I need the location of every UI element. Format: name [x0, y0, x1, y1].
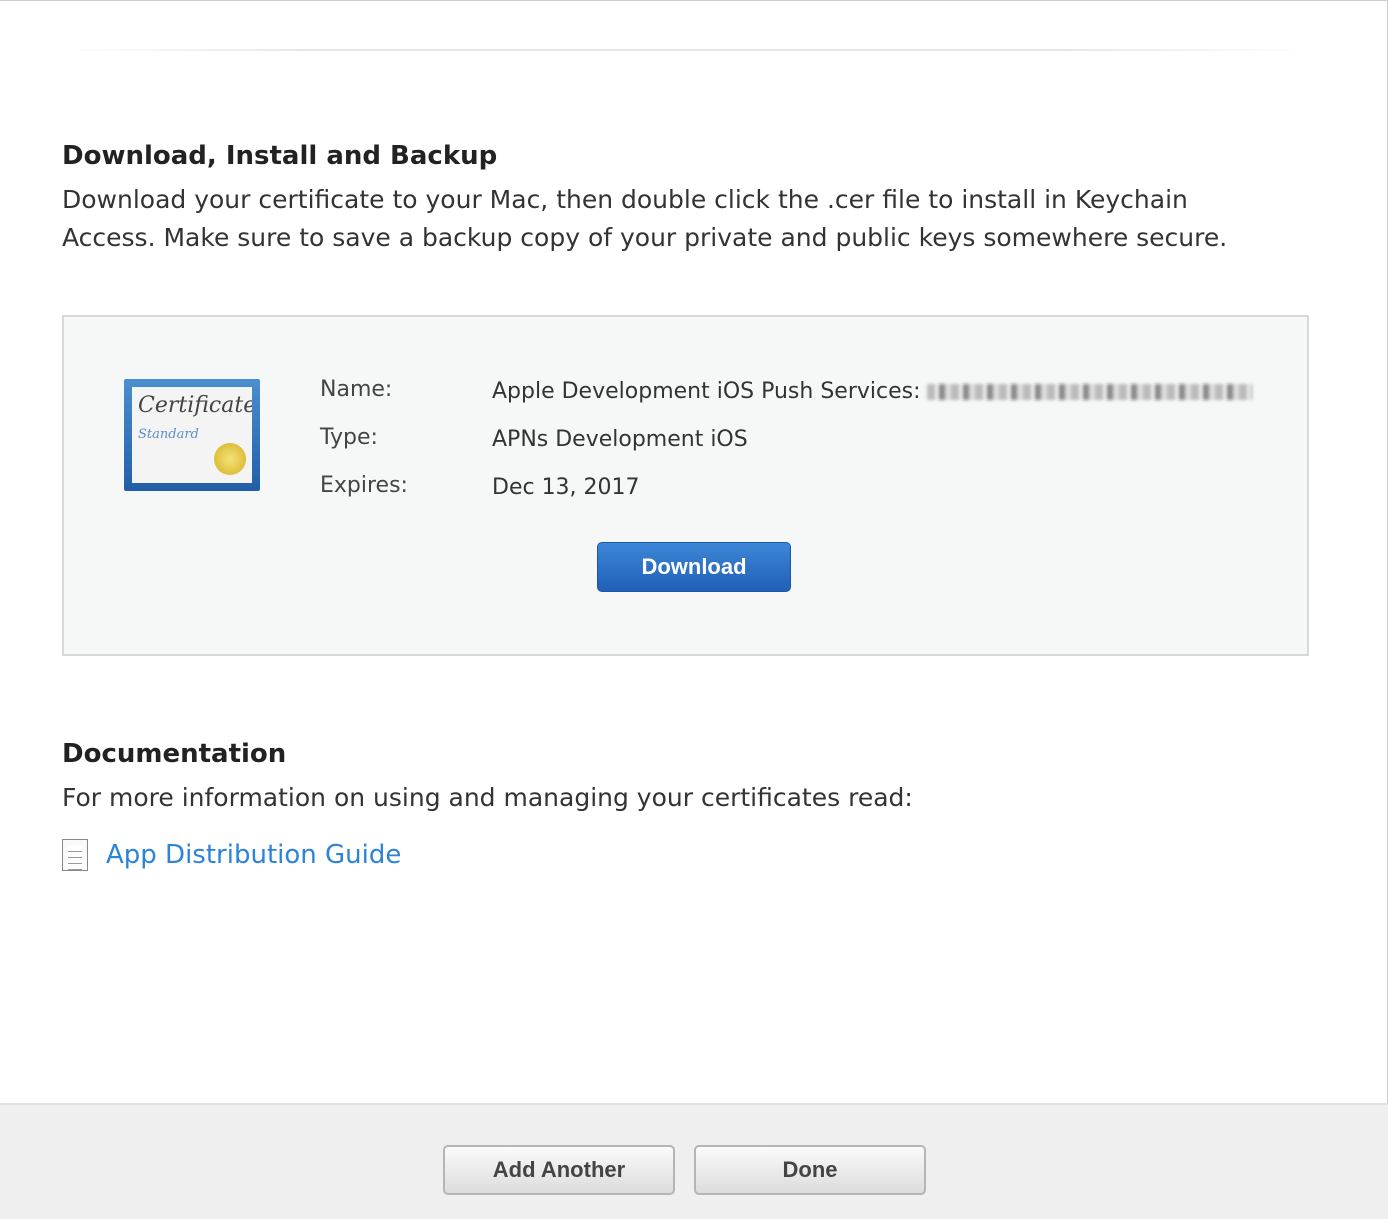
divider: [62, 49, 1308, 51]
expires-value: Dec 13, 2017: [492, 475, 640, 500]
footer: Add Another Done: [0, 1103, 1388, 1219]
add-another-button[interactable]: Add Another: [443, 1145, 675, 1195]
seal-icon: [214, 443, 246, 475]
type-label: Type:: [320, 425, 378, 450]
certificate-icon-title: Certificate: [138, 393, 252, 418]
expires-label: Expires:: [320, 473, 408, 498]
redacted-name: [926, 384, 1252, 400]
app-distribution-guide-link[interactable]: App Distribution Guide: [62, 839, 401, 871]
certificate-icon: Certificate Standard: [124, 379, 260, 491]
certificate-icon-subtitle: Standard: [138, 427, 199, 442]
type-value: APNs Development iOS: [492, 427, 748, 452]
name-value: Apple Development iOS Push Services:: [492, 379, 1252, 404]
documentation-text: For more information on using and managi…: [62, 783, 913, 812]
link-label[interactable]: App Distribution Guide: [106, 840, 401, 870]
certificate-panel: Certificate Standard Name: Apple Develop…: [62, 315, 1309, 656]
name-value-text: Apple Development iOS Push Services:: [492, 379, 921, 404]
done-button[interactable]: Done: [694, 1145, 926, 1195]
name-label: Name:: [320, 377, 393, 402]
documentation-heading: Documentation: [62, 739, 287, 769]
download-button[interactable]: Download: [597, 542, 791, 592]
document-icon: [62, 839, 88, 871]
install-text: Download your certificate to your Mac, t…: [62, 185, 1228, 252]
install-heading: Download, Install and Backup: [62, 141, 498, 171]
